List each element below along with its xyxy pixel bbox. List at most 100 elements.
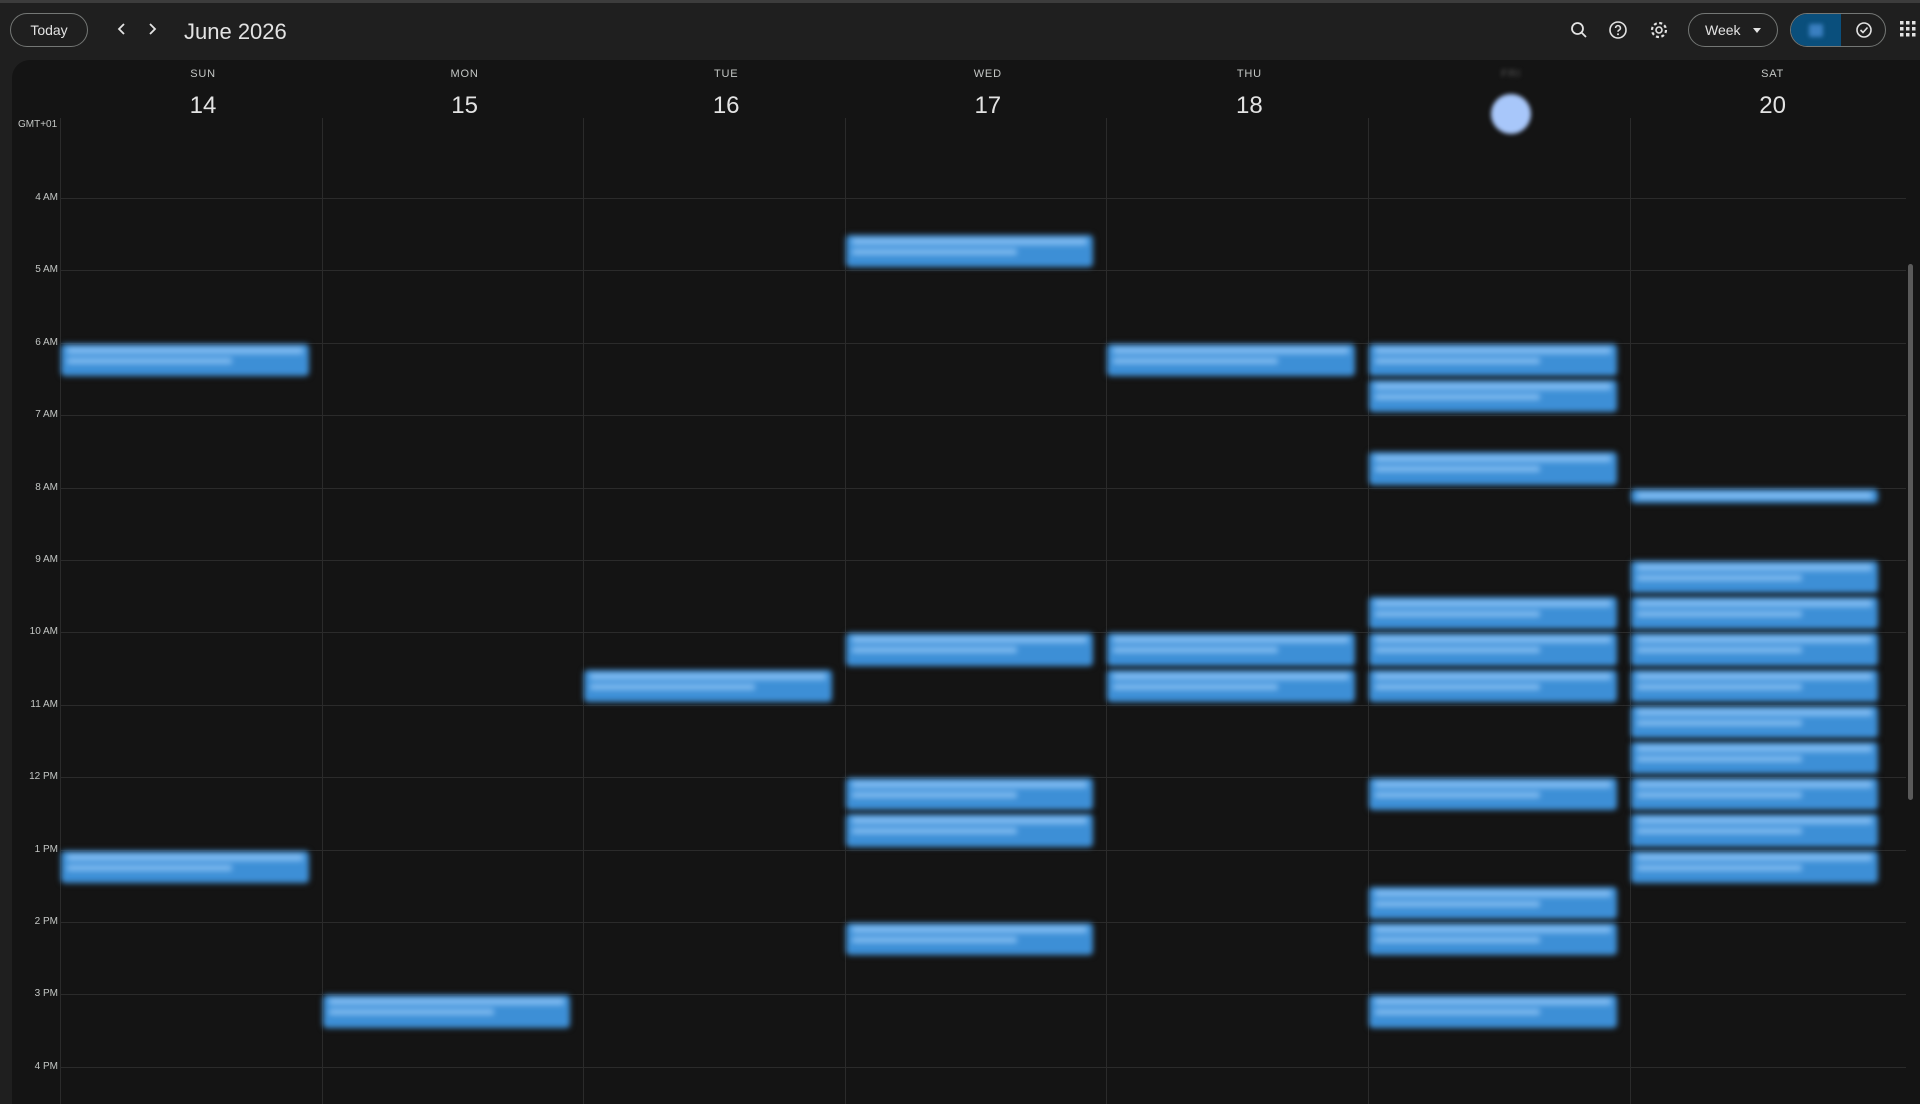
- day-header-sun[interactable]: SUN 14: [72, 68, 334, 126]
- calendar-event[interactable]: [844, 922, 1095, 957]
- hour-gridline: [60, 415, 1906, 417]
- calendar-event[interactable]: [1106, 668, 1356, 703]
- day-header-fri[interactable]: FRI19: [1380, 68, 1642, 134]
- hour-label: 2 PM: [34, 916, 58, 927]
- calendar-event[interactable]: [1368, 451, 1618, 486]
- hour-label: 7 AM: [35, 409, 58, 421]
- hour-gridline: [60, 487, 1906, 489]
- chevron-left-icon: [117, 23, 125, 35]
- day-header-mon[interactable]: MON 15: [334, 68, 596, 126]
- hour-gridline: [60, 270, 1906, 272]
- day-header-tue[interactable]: TUE 16: [595, 68, 857, 126]
- calendar-event[interactable]: [1106, 342, 1356, 377]
- column-divider: [321, 118, 323, 1104]
- today-button[interactable]: Today: [10, 13, 88, 47]
- hour-label: 5 AM: [35, 264, 58, 276]
- timezone-label: GMT+01: [18, 119, 58, 130]
- calendar-event[interactable]: [1368, 668, 1618, 703]
- help-icon: [1609, 21, 1627, 39]
- calendar-event[interactable]: [844, 234, 1095, 269]
- hour-gridline: [60, 198, 1906, 199]
- settings-button[interactable]: [1644, 15, 1674, 45]
- calendar-event[interactable]: [1629, 813, 1880, 848]
- today-indicator: [1491, 94, 1531, 134]
- calendar-event[interactable]: [844, 632, 1095, 667]
- calendar-tasks-toggle: [1790, 13, 1886, 47]
- day-header-wed[interactable]: WED 17: [857, 68, 1119, 126]
- calendar-event[interactable]: [1629, 487, 1880, 504]
- calendar-event[interactable]: [1368, 994, 1618, 1029]
- calendar-event[interactable]: [844, 813, 1095, 848]
- calendar-event[interactable]: [1629, 777, 1880, 812]
- calendar-event[interactable]: [1368, 596, 1618, 631]
- day-number[interactable]: 18: [1118, 86, 1380, 126]
- calendar-event[interactable]: [60, 342, 310, 377]
- day-number[interactable]: 20: [1642, 86, 1904, 126]
- hour-label: 10 AM: [29, 626, 58, 638]
- hour-label: 6 AM: [35, 336, 58, 348]
- calendar-event[interactable]: [1368, 922, 1618, 957]
- help-button[interactable]: [1603, 15, 1633, 45]
- hour-label: 1 PM: [34, 843, 58, 855]
- day-number[interactable]: 17: [857, 86, 1119, 126]
- view-selector-label: Week: [1705, 22, 1741, 38]
- day-header-sat[interactable]: SAT 20: [1642, 68, 1904, 126]
- day-name: FRI: [1500, 68, 1522, 80]
- caret-down-icon: [1753, 28, 1761, 33]
- hour-label: 3 PM: [34, 988, 58, 1000]
- calendar-event[interactable]: [1629, 632, 1880, 667]
- gear-icon: [1650, 21, 1668, 39]
- calendar-event[interactable]: [1368, 342, 1618, 377]
- apps-grid-icon[interactable]: [1900, 21, 1916, 42]
- day-name: WED: [973, 68, 1002, 80]
- column-divider: [583, 118, 585, 1104]
- hour-label: 11 AM: [30, 698, 58, 710]
- previous-week-button[interactable]: [110, 17, 134, 41]
- calendar-event[interactable]: [1629, 560, 1880, 595]
- current-period-title: June 2026: [184, 19, 287, 44]
- check-circle-icon: [1856, 22, 1872, 38]
- calendar-event[interactable]: [1629, 668, 1880, 703]
- calendar-event[interactable]: [321, 994, 572, 1029]
- hour-gridline: [60, 849, 1906, 851]
- hour-gridline: [60, 342, 1906, 344]
- tasks-view-toggle[interactable]: [1841, 14, 1885, 46]
- hour-gridline: [60, 1066, 1906, 1068]
- day-name: SUN: [190, 68, 216, 80]
- day-header-thu[interactable]: THU 18: [1118, 68, 1380, 126]
- day-number[interactable]: 16: [595, 86, 857, 126]
- day-name: TUE: [713, 68, 739, 80]
- calendar-event[interactable]: [1629, 704, 1880, 739]
- calendar-view-toggle[interactable]: [1791, 14, 1841, 46]
- calendar-event[interactable]: [1629, 741, 1880, 776]
- search-button[interactable]: [1564, 15, 1594, 45]
- calendar-event[interactable]: [1106, 632, 1356, 667]
- day-name: MON: [450, 68, 479, 80]
- hour-label: 9 AM: [35, 554, 58, 565]
- hour-label: 4 AM: [35, 192, 58, 203]
- calendar-event[interactable]: [60, 849, 310, 884]
- day-number[interactable]: 14: [72, 86, 334, 126]
- calendar-event[interactable]: [1629, 849, 1880, 884]
- week-grid: GMT+01 SUN14MON15TUE16WED17THU18FRI19SAT…: [12, 60, 1920, 1104]
- calendar-event[interactable]: [1368, 777, 1618, 812]
- search-icon: [1571, 22, 1587, 38]
- calendar-event[interactable]: [1368, 632, 1618, 667]
- next-week-button[interactable]: [140, 17, 164, 41]
- hour-gridline: [60, 560, 1906, 561]
- calendar-event[interactable]: [583, 668, 833, 703]
- calendar-event[interactable]: [1629, 596, 1880, 631]
- hour-label: 4 PM: [34, 1060, 58, 1072]
- day-number[interactable]: 15: [334, 86, 596, 126]
- calendar-event[interactable]: [844, 777, 1095, 812]
- calendar-event[interactable]: [1368, 379, 1618, 414]
- column-divider: [1106, 118, 1108, 1104]
- day-name: THU: [1236, 68, 1262, 80]
- vertical-scrollbar[interactable]: [1908, 264, 1913, 800]
- hour-label: 12 PM: [29, 771, 58, 783]
- day-name: SAT: [1761, 68, 1785, 80]
- calendar-event[interactable]: [1368, 885, 1618, 920]
- view-selector[interactable]: Week: [1688, 13, 1778, 47]
- chevron-right-icon: [149, 23, 157, 35]
- calendar-icon: [1809, 24, 1823, 37]
